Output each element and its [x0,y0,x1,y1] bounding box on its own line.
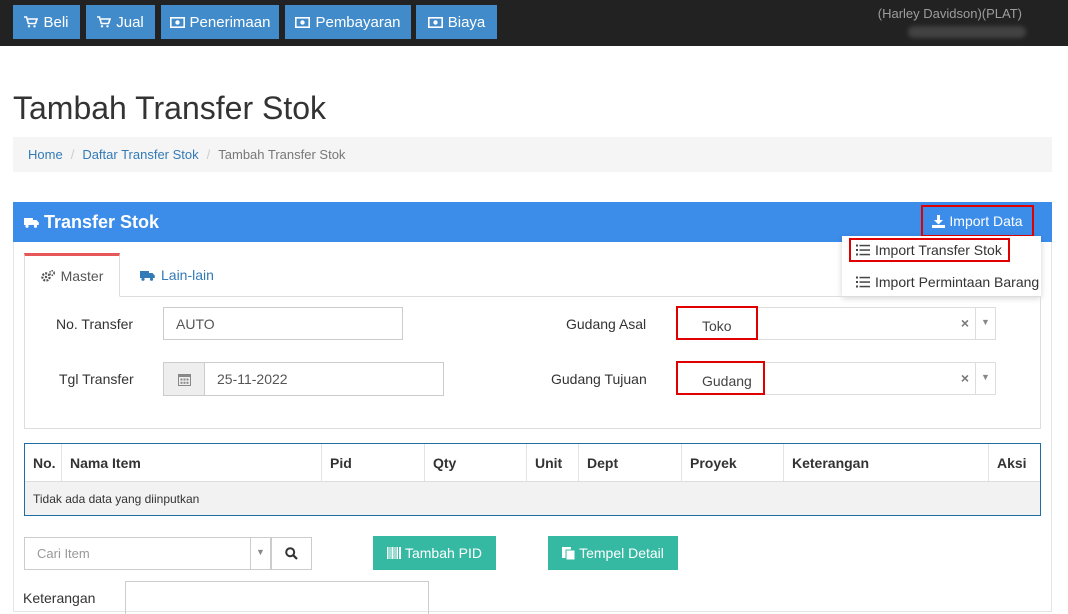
table-empty-row: Tidak ada data yang diinputkan [25,481,1040,515]
tgl-transfer-input[interactable]: 25-11-2022 [204,362,444,396]
company-name: (Harley Davidson)(PLAT) [877,6,1022,21]
gudang-tujuan-value: Gudang [676,361,765,395]
nav-pembayaran-button[interactable]: Pembayaran [285,5,411,39]
col-pid: Pid [322,444,425,481]
calendar-icon[interactable] [163,362,205,396]
import-transfer-stok-item[interactable]: Import Transfer Stok [849,238,1010,262]
download-icon [932,214,946,228]
tgl-transfer-label: Tgl Transfer [59,371,134,387]
gudang-tujuan-label: Gudang Tujuan [551,371,647,387]
nav-biaya-button[interactable]: Biaya [416,5,497,39]
col-dept: Dept [579,444,682,481]
user-blurred[interactable] [908,26,1026,38]
nav-penerimaan-button[interactable]: Penerimaan [161,5,279,39]
import-dropdown-menu: Import Transfer Stok Import Permintaan B… [842,236,1041,296]
page-title: Tambah Transfer Stok [13,90,327,126]
gears-icon [40,270,55,282]
item-table: No. Nama Item Pid Qty Unit Dept Proyek K… [24,443,1041,516]
col-proyek: Proyek [682,444,784,481]
breadcrumb-daftar-transfer-stok[interactable]: Daftar Transfer Stok [82,147,198,162]
breadcrumb: Home / Daftar Transfer Stok / Tambah Tra… [13,137,1052,172]
nav-beli-button[interactable]: Beli [13,5,80,39]
tempel-detail-button[interactable]: Tempel Detail [548,536,678,570]
truck-icon [140,270,155,281]
col-aksi: Aksi [997,454,1027,471]
panel-title: Transfer Stok [44,211,160,232]
no-transfer-label: No. Transfer [56,316,134,332]
col-qty: Qty [425,444,527,481]
keterangan-input[interactable] [125,581,429,614]
tab-master[interactable]: Master [24,253,120,297]
clear-icon[interactable]: × [961,370,969,386]
tab-lain-lain-label: Lain-lain [161,267,214,283]
money-icon [295,16,311,28]
import-permintaan-barang-item[interactable]: Import Permintaan Barang [856,274,1039,290]
breadcrumb-current: Tambah Transfer Stok [218,147,346,162]
cari-item-select[interactable]: Cari Item ▼ [24,537,271,570]
nav-penerimaan-label: Penerimaan [189,13,271,31]
chevron-down-icon[interactable]: ▼ [975,363,995,394]
breadcrumb-separator: / [70,147,75,162]
list-icon [856,276,870,288]
chevron-down-icon[interactable]: ▼ [975,308,995,339]
import-data-label: Import Data [949,213,1023,229]
chevron-down-icon[interactable]: ▼ [250,538,270,569]
tambah-pid-label: Tambah PID [404,545,483,561]
import-permintaan-barang-label: Import Permintaan Barang [875,274,1040,290]
import-transfer-stok-label: Import Transfer Stok [875,242,1002,258]
breadcrumb-home[interactable]: Home [28,147,63,162]
tempel-detail-label: Tempel Detail [579,545,664,561]
paste-icon [562,547,576,560]
col-nama-item: Nama Item [62,444,322,481]
col-unit: Unit [527,444,579,481]
nav-biaya-label: Biaya [447,13,486,31]
col-no: No. [25,444,62,481]
top-navbar: Beli Jual Penerimaan Pembayaran Biaya (H… [0,0,1068,46]
money-icon [427,16,443,28]
gudang-asal-value: Toko [676,306,758,340]
cari-item-placeholder: Cari Item [37,546,90,561]
nav-jual-button[interactable]: Jual [86,5,155,39]
cart-icon [24,16,39,28]
clear-icon[interactable]: × [961,315,969,331]
gudang-asal-label: Gudang Asal [566,316,647,332]
breadcrumb-separator: / [206,147,211,162]
no-transfer-input[interactable]: AUTO [163,307,403,340]
search-button[interactable] [271,537,312,570]
keterangan-label: Keterangan [23,590,96,606]
barcode-icon [386,547,401,559]
nav-pembayaran-label: Pembayaran [315,13,401,31]
cart-icon [97,16,112,28]
tambah-pid-button[interactable]: Tambah PID [373,536,496,570]
search-icon [285,547,298,560]
tab-lain-lain[interactable]: Lain-lain [140,253,214,297]
list-icon [856,244,870,256]
tab-master-label: Master [60,268,104,284]
truck-icon [24,217,39,228]
nav-beli-label: Beli [43,13,69,31]
money-icon [169,16,185,28]
nav-jual-label: Jual [116,13,144,31]
import-data-button[interactable]: Import Data [921,205,1034,237]
col-keterangan: Keterangan [784,444,989,481]
